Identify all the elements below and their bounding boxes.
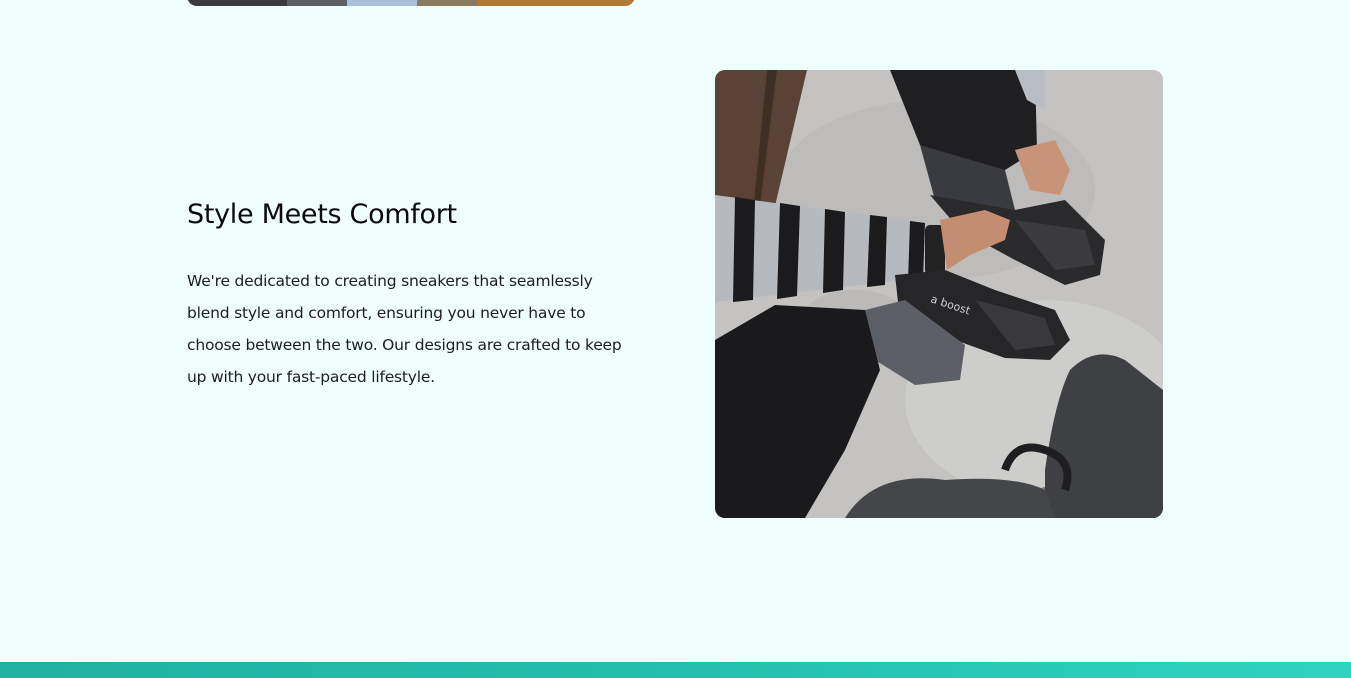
feature-text-block: Style Meets Comfort We're dedicated to c… <box>187 195 627 393</box>
page: Style Meets Comfort We're dedicated to c… <box>0 0 1351 678</box>
sneakers-photo: a boost <box>715 70 1163 518</box>
footer-bar <box>0 662 1351 678</box>
previous-section-image <box>187 0 635 6</box>
section-heading: Style Meets Comfort <box>187 199 457 230</box>
section-description: We're dedicated to creating sneakers tha… <box>187 272 622 386</box>
